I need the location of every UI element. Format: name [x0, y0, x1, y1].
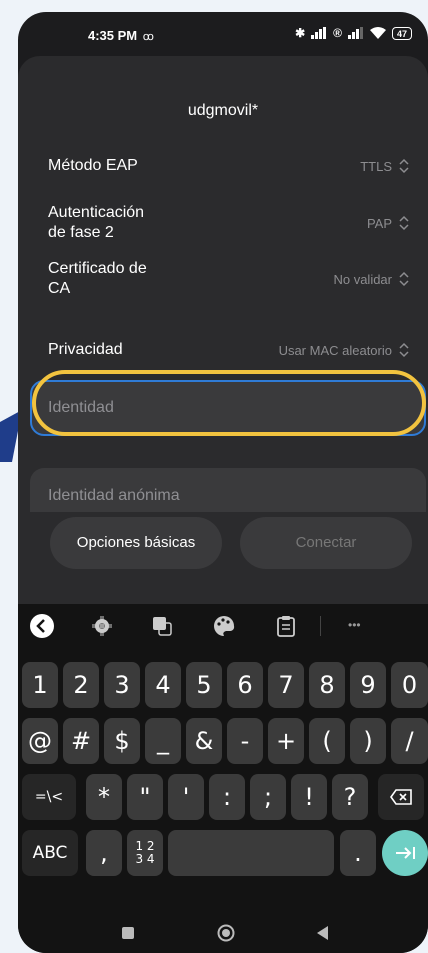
key-slash[interactable]: / [391, 718, 428, 764]
chevron-updown-icon [399, 215, 409, 231]
key-1[interactable]: 1 [22, 662, 58, 708]
dialog-title: udgmovil* [187, 102, 259, 119]
enter-key[interactable] [382, 830, 428, 876]
key-6[interactable]: 6 [227, 662, 263, 708]
clipboard-icon[interactable] [274, 614, 298, 638]
key-underscore[interactable]: _ [145, 718, 181, 764]
chevron-updown-icon [399, 271, 409, 287]
ca-certificate-label: Certificado de CA [48, 260, 147, 297]
key-9[interactable]: 9 [350, 662, 386, 708]
key-single-quote[interactable]: ' [168, 774, 204, 820]
keyboard: ••• 1 2 3 4 5 6 7 8 9 0 @ # $ _ & - + ( … [18, 604, 428, 953]
phase2-auth-label: Autenticación de fase 2 [48, 204, 145, 241]
eap-method-label: Método EAP [48, 157, 138, 174]
bluetooth-icon: ✱ [295, 26, 306, 40]
numpad-label-bottom: 3 4 [135, 852, 155, 866]
key-question[interactable]: ? [332, 774, 368, 820]
basic-options-button[interactable]: Opciones básicas [50, 517, 222, 569]
status-icons: ✱ ® 47 [295, 26, 412, 40]
recents-icon[interactable] [121, 926, 135, 940]
key-ampersand[interactable]: & [186, 718, 222, 764]
key-3[interactable]: 3 [104, 662, 140, 708]
keyboard-toolbar: ••• [18, 604, 428, 648]
key-more-symbols[interactable]: =\< [22, 774, 76, 820]
key-hash[interactable]: # [63, 718, 99, 764]
key-4[interactable]: 4 [145, 662, 181, 708]
key-exclamation[interactable]: ! [291, 774, 327, 820]
eap-method-row[interactable]: Método EAP TTLS [48, 148, 410, 184]
key-2[interactable]: 2 [63, 662, 99, 708]
signal-icon [311, 27, 327, 39]
numpad-key[interactable]: 1 2 3 4 [127, 830, 163, 876]
settings-icon[interactable] [90, 614, 114, 638]
voicemail-icon: ꝏ [142, 31, 154, 43]
key-open-paren[interactable]: ( [309, 718, 345, 764]
more-options-icon[interactable]: ••• [348, 618, 361, 632]
key-period[interactable]: . [340, 830, 376, 876]
phone-screen: 4:35 PM ꝏ ✱ ® 47 udgmovil* Método EAP TT… [18, 12, 428, 953]
translate-icon[interactable] [150, 614, 174, 638]
ca-certificate-row[interactable]: Certificado de CA No validar [48, 256, 410, 302]
home-icon[interactable] [217, 924, 235, 942]
wifi-icon [369, 27, 386, 39]
chevron-updown-icon [399, 158, 409, 174]
tab-next-icon [396, 847, 415, 859]
key-dollar[interactable]: $ [104, 718, 140, 764]
status-time: 4:35 PM ꝏ [88, 28, 154, 43]
highlight-annotation [32, 370, 426, 436]
signal-icon-2 [347, 27, 363, 39]
navigation-bar [18, 912, 428, 953]
ca-certificate-value: No validar [333, 271, 392, 287]
toolbar-divider [320, 616, 321, 636]
collapse-toolbar-icon[interactable] [30, 614, 54, 638]
privacy-value: Usar MAC aleatorio [278, 342, 392, 358]
key-0[interactable]: 0 [391, 662, 428, 708]
key-close-paren[interactable]: ) [350, 718, 386, 764]
key-minus[interactable]: - [227, 718, 263, 764]
battery-icon: 47 [391, 26, 412, 40]
eap-method-value: TTLS [360, 158, 392, 174]
key-double-quote[interactable]: " [127, 774, 163, 820]
phase2-auth-row[interactable]: Autenticación de fase 2 PAP [48, 200, 410, 246]
key-semicolon[interactable]: ; [250, 774, 286, 820]
key-colon[interactable]: : [209, 774, 245, 820]
palette-icon[interactable] [212, 614, 236, 638]
phase2-auth-value: PAP [366, 215, 392, 231]
backspace-icon [390, 789, 412, 805]
chevron-updown-icon [399, 342, 409, 358]
clock: 4:35 PM [88, 28, 138, 43]
abc-key[interactable]: ABC [22, 830, 78, 876]
connect-button[interactable]: Conectar [240, 517, 412, 569]
key-plus[interactable]: + [268, 718, 304, 764]
key-comma[interactable]: , [86, 830, 122, 876]
back-icon[interactable] [316, 925, 330, 941]
key-7[interactable]: 7 [268, 662, 304, 708]
key-8[interactable]: 8 [309, 662, 345, 708]
privacy-label: Privacidad [48, 341, 123, 358]
key-at[interactable]: @ [22, 718, 58, 764]
privacy-row[interactable]: Privacidad Usar MAC aleatorio [48, 332, 410, 368]
anonymous-identity-input[interactable]: Identidad anónima [30, 468, 426, 512]
key-asterisk[interactable]: * [86, 774, 122, 820]
space-key[interactable] [168, 830, 334, 876]
roaming-icon: ® [333, 26, 342, 40]
key-5[interactable]: 5 [186, 662, 222, 708]
status-bar: 4:35 PM ꝏ ✱ ® 47 [18, 12, 428, 56]
backspace-key[interactable] [378, 774, 424, 820]
